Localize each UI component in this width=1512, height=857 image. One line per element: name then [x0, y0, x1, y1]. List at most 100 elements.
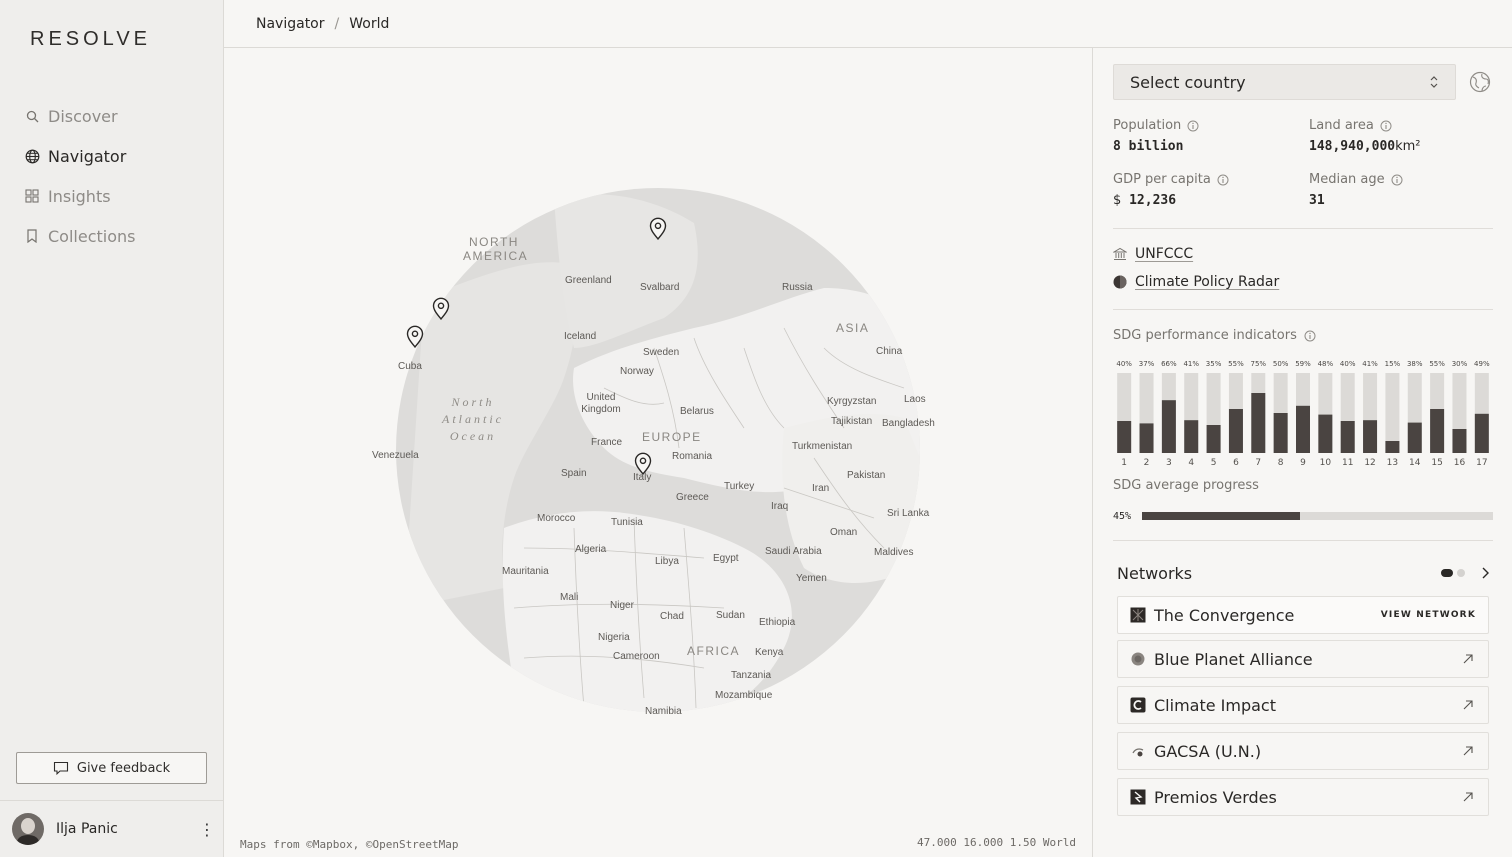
- sidebar-item-label: Insights: [48, 186, 111, 206]
- network-name: Blue Planet Alliance: [1154, 649, 1313, 669]
- sdg-bar-category-label: 12: [1364, 458, 1375, 468]
- sdg-bar[interactable]: [1430, 409, 1445, 453]
- networks-header: Networks: [1117, 563, 1489, 583]
- sdg-bar[interactable]: [1340, 421, 1355, 453]
- map-coordinates-readout: 47.000 16.000 1.50 World: [917, 836, 1076, 849]
- map-label-mauritania: Mauritania: [502, 566, 549, 577]
- header-breadcrumb: Navigator / World: [224, 0, 1512, 48]
- external-link-icon[interactable]: [1462, 791, 1474, 803]
- info-icon[interactable]: [1217, 174, 1229, 186]
- map-label-romania: Romania: [672, 451, 713, 462]
- info-icon[interactable]: [1391, 174, 1403, 186]
- map-label-turkey: Turkey: [724, 481, 755, 492]
- map-label-tajikistan: Tajikistan: [831, 416, 873, 427]
- convergence-logo-icon: [1130, 607, 1146, 623]
- map-label-turkmenistan: Turkmenistan: [792, 441, 853, 452]
- stat-value: $ 12,236: [1113, 193, 1177, 208]
- external-link-icon[interactable]: [1462, 745, 1474, 757]
- network-item-the-convergence[interactable]: The Convergence VIEW NETWORK: [1117, 596, 1489, 634]
- map-label-bangladesh: Bangladesh: [882, 418, 935, 429]
- map-label-algeria: Algeria: [575, 544, 607, 555]
- map-label-spain: Spain: [561, 468, 587, 479]
- network-item-climate-impact[interactable]: Climate Impact: [1117, 686, 1489, 724]
- sdg-bar[interactable]: [1296, 405, 1310, 453]
- pagination-dot-active[interactable]: [1441, 569, 1453, 577]
- sidebar-item-navigator[interactable]: Navigator: [24, 136, 135, 176]
- sdg-bar[interactable]: [1139, 423, 1154, 453]
- sidebar-nav: Discover Navigator Insights Collections: [24, 96, 135, 256]
- sdg-average-label: SDG average progress: [1113, 478, 1259, 493]
- country-panel: Select country Population 8 billion Land…: [1092, 48, 1512, 857]
- sdg-bar-category-label: 2: [1144, 458, 1150, 468]
- info-icon[interactable]: [1187, 120, 1199, 132]
- country-select[interactable]: Select country: [1113, 64, 1456, 100]
- external-link-icon[interactable]: [1462, 699, 1474, 711]
- sdg-bar-category-label: 3: [1166, 458, 1172, 468]
- map-label-svalbard: Svalbard: [640, 282, 680, 293]
- globe-view-icon[interactable]: [1469, 71, 1491, 93]
- sdg-bar[interactable]: [1363, 420, 1378, 453]
- map-pin-icon[interactable]: [633, 452, 653, 476]
- network-item-gacsa[interactable]: GACSA (U.N.): [1117, 732, 1489, 770]
- map-label-russia: Russia: [782, 282, 813, 293]
- sdg-bar[interactable]: [1318, 414, 1333, 453]
- sdg-bar-category-label: 9: [1300, 458, 1306, 468]
- sdg-bar[interactable]: [1161, 400, 1176, 453]
- map-pin-icon[interactable]: [405, 325, 425, 349]
- sdg-bar-category-label: 16: [1454, 458, 1466, 468]
- sidebar: RESOLVE Discover Navigator Insights Coll…: [0, 0, 224, 857]
- user-profile[interactable]: Ilja Panic ⋮: [0, 800, 223, 857]
- sidebar-item-insights[interactable]: Insights: [24, 176, 135, 216]
- map-label-north-america: NORTH AMERICA: [463, 235, 529, 263]
- bookmark-icon: [24, 228, 40, 244]
- more-options-icon[interactable]: ⋮: [191, 820, 223, 839]
- sdg-bar[interactable]: [1385, 441, 1400, 453]
- sdg-bar[interactable]: [1184, 420, 1199, 453]
- source-link-unfccc[interactable]: UNFCCC: [1113, 246, 1193, 262]
- sdg-bar-value-label: 66%: [1161, 360, 1177, 368]
- breadcrumb-navigator[interactable]: Navigator: [256, 16, 325, 32]
- sdg-bar[interactable]: [1452, 429, 1467, 453]
- networks-title: Networks: [1117, 563, 1193, 583]
- blue-planet-logo-icon: [1130, 651, 1146, 667]
- map-label-ethiopia: Ethiopia: [759, 617, 796, 628]
- sdg-bar-value-label: 50%: [1273, 360, 1289, 368]
- sdg-bar[interactable]: [1117, 421, 1132, 453]
- climate-impact-logo-icon: [1130, 697, 1146, 713]
- network-item-premios-verdes[interactable]: Premios Verdes: [1117, 778, 1489, 816]
- map-pin-icon[interactable]: [648, 217, 668, 241]
- sdg-bar-value-label: 48%: [1318, 360, 1334, 368]
- pagination-dots[interactable]: [1437, 569, 1465, 577]
- sdg-bar-value-label: 75%: [1251, 360, 1267, 368]
- stat-label: Median age: [1309, 172, 1385, 187]
- breadcrumb-world[interactable]: World: [349, 16, 389, 32]
- pagination-dot[interactable]: [1457, 569, 1465, 577]
- app-logo[interactable]: RESOLVE: [30, 28, 151, 51]
- map-canvas[interactable]: NORTH AMERICA Greenland Svalbard Russia …: [224, 48, 1092, 857]
- map-label-africa: AFRICA: [687, 644, 741, 658]
- map-pin-icon[interactable]: [431, 297, 451, 321]
- sidebar-item-collections[interactable]: Collections: [24, 216, 135, 256]
- network-item-blue-planet-alliance[interactable]: Blue Planet Alliance: [1117, 640, 1489, 678]
- chat-icon: [53, 761, 68, 775]
- sdg-bar[interactable]: [1407, 422, 1422, 453]
- map-label-nigeria: Nigeria: [598, 632, 630, 643]
- info-icon[interactable]: [1304, 330, 1316, 342]
- sdg-bar[interactable]: [1273, 413, 1288, 453]
- source-link-climate-policy-radar[interactable]: Climate Policy Radar: [1113, 274, 1279, 290]
- avatar[interactable]: [12, 813, 44, 845]
- sidebar-item-discover[interactable]: Discover: [24, 96, 135, 136]
- map-label-sweden: Sweden: [643, 347, 680, 358]
- external-link-icon[interactable]: [1462, 653, 1474, 665]
- sdg-bar[interactable]: [1228, 409, 1243, 453]
- sdg-bar[interactable]: [1474, 413, 1489, 453]
- info-icon[interactable]: [1380, 120, 1392, 132]
- globe-graphic: [396, 188, 920, 712]
- sdg-bar[interactable]: [1206, 425, 1221, 453]
- chevron-right-icon[interactable]: [1481, 567, 1489, 579]
- sdg-bar[interactable]: [1251, 393, 1266, 453]
- map-attribution: Maps from ©Mapbox, ©OpenStreetMap: [240, 838, 459, 851]
- institution-icon: [1113, 247, 1127, 260]
- give-feedback-button[interactable]: Give feedback: [16, 752, 207, 784]
- view-network-button[interactable]: VIEW NETWORK: [1381, 610, 1476, 620]
